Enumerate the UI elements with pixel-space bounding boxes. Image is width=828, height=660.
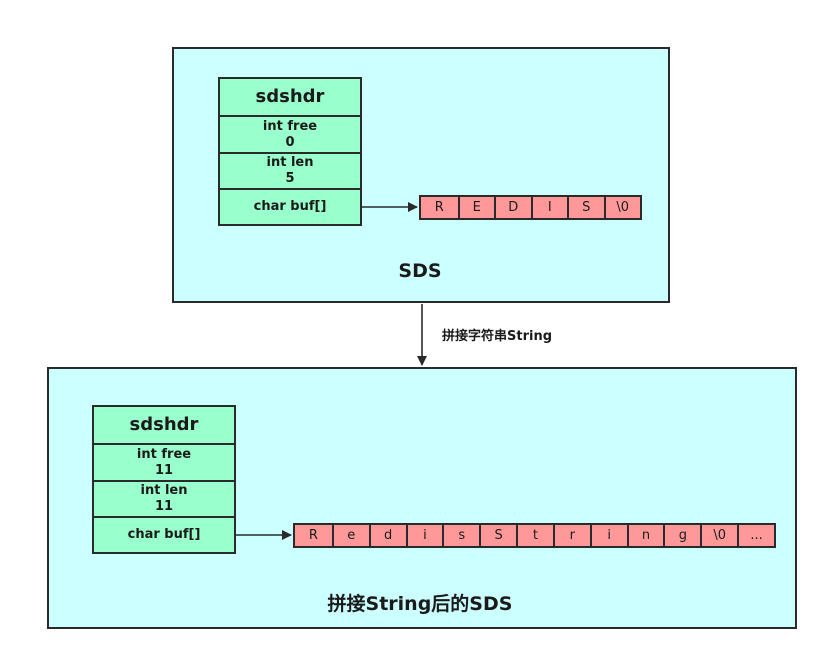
connector-arrows <box>235 202 427 540</box>
